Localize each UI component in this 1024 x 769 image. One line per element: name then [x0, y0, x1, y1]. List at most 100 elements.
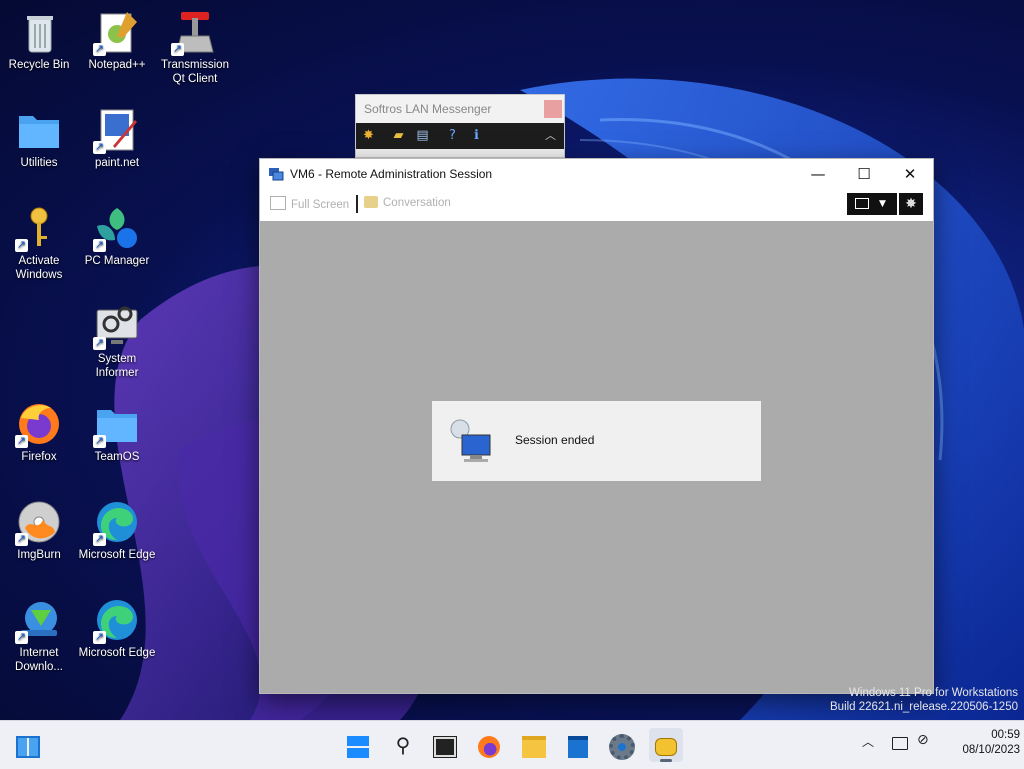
conversation-label: Conversation [383, 197, 451, 209]
remote-screen-area[interactable]: Session ended [260, 221, 933, 693]
taskbar-firefox[interactable] [472, 728, 506, 762]
firefox-icon: ↗ [15, 400, 63, 448]
desktop-icon-edge-2[interactable]: ↗ Microsoft Edge [78, 596, 156, 660]
gear-icon [609, 733, 635, 760]
taskbar-file-explorer[interactable] [517, 728, 551, 762]
windows-edition-watermark: Windows 11 Pro for Workstations [849, 687, 1018, 699]
task-view-icon [433, 735, 457, 758]
remote-session-app-icon [269, 168, 284, 181]
disconnected-computer-icon [450, 419, 491, 462]
conversation-button[interactable]: Conversation [364, 196, 451, 209]
folder-icon [522, 735, 546, 758]
desktop-icon-label: System Informer [95, 353, 139, 379]
desktop-icon-label: Internet Downlo... [15, 647, 63, 673]
minimize-button[interactable]: — [795, 159, 841, 189]
full-screen-button[interactable]: Full Screen [270, 196, 349, 211]
full-screen-icon [270, 196, 286, 210]
pc-manager-icon: ↗ [93, 204, 141, 252]
session-toolbar: Full Screen Conversation ▼ ✸ [260, 189, 933, 220]
windows-logo-icon [347, 735, 369, 758]
desktop-icon-label: PC Manager [84, 255, 150, 267]
key-icon: ↗ [15, 204, 63, 252]
messenger-toolbar: ✸ ▰ ▤ ? ℹ ︿ [356, 123, 564, 149]
session-settings-button[interactable]: ✸ [899, 193, 923, 215]
desktop-icon-firefox[interactable]: ↗ Firefox [0, 400, 78, 464]
desktop-icon-transmission[interactable]: ↗ Transmission Qt Client [156, 8, 234, 86]
tray-overflow-chevron-icon[interactable]: ︿ [862, 733, 874, 750]
desktop-icon-label: Transmission Qt Client [161, 59, 229, 85]
taskbar-settings[interactable] [605, 728, 639, 762]
remote-session-window[interactable]: VM6 - Remote Administration Session — ☐ … [259, 158, 934, 694]
firefox-icon [478, 735, 500, 758]
clock[interactable]: 00:59 08/10/2023 [940, 728, 1020, 758]
shortcut-arrow-icon: ↗ [93, 631, 106, 644]
desktop-icon-label: Firefox [21, 451, 57, 463]
desktop-icon-teamos[interactable]: ↗ TeamOS [78, 400, 156, 464]
messenger-title: Softros LAN Messenger [364, 102, 492, 116]
taskbar-softros-messenger[interactable] [649, 728, 683, 762]
transmission-icon: ↗ [171, 8, 219, 56]
edge-icon: ↗ [93, 596, 141, 644]
network-icon[interactable] [892, 737, 908, 750]
info-icon[interactable]: ℹ [468, 127, 485, 144]
window-title: VM6 - Remote Administration Session [290, 167, 493, 181]
imgburn-icon: ↗ [15, 498, 63, 546]
toolbar-separator [356, 195, 358, 213]
help-icon[interactable]: ? [444, 127, 461, 144]
system-informer-icon: ↗ [93, 302, 141, 350]
shortcut-arrow-icon: ↗ [93, 533, 106, 546]
desktop-icon-edge-1[interactable]: ↗ Microsoft Edge [78, 498, 156, 562]
collapse-chevron-icon[interactable]: ︿ [542, 127, 559, 144]
desktop-icon-imgburn[interactable]: ↗ ImgBurn [0, 498, 78, 562]
desktop-icon-label: Activate Windows [15, 255, 63, 281]
taskbar: ⚲ ︿ ⊘ 00:59 08/10/2023 [0, 720, 1024, 769]
volume-muted-icon[interactable]: ⊘ [917, 732, 929, 748]
search-icon: ⚲ [395, 733, 411, 757]
desktop-icon-label: paint.net [94, 157, 140, 169]
shortcut-arrow-icon: ↗ [93, 239, 106, 252]
search-button[interactable]: ⚲ [386, 728, 420, 762]
notepadpp-icon: ↗ [93, 8, 141, 56]
maximize-button[interactable]: ☐ [841, 159, 887, 189]
softros-messenger-window[interactable]: Softros LAN Messenger ✸ ▰ ▤ ? ℹ ︿ [355, 94, 565, 158]
desktop-icon-recycle-bin[interactable]: Recycle Bin [0, 8, 78, 72]
desktop-icon-utilities[interactable]: Utilities [0, 106, 78, 170]
chevron-down-icon: ▼ [879, 199, 886, 209]
desktop-icon-activate-windows[interactable]: ↗ Activate Windows [0, 204, 78, 282]
edge-icon: ↗ [93, 498, 141, 546]
clock-date: 08/10/2023 [962, 744, 1020, 756]
desktop-icon-label: TeamOS [94, 451, 140, 463]
shortcut-arrow-icon: ↗ [15, 533, 28, 546]
shortcut-arrow-icon: ↗ [93, 141, 106, 154]
folder-icon: ↗ [93, 400, 141, 448]
shortcut-arrow-icon: ↗ [93, 435, 106, 448]
taskbar-microsoft-store[interactable] [561, 728, 595, 762]
messenger-close-button[interactable] [544, 100, 562, 118]
window-titlebar[interactable]: VM6 - Remote Administration Session — ☐ … [260, 159, 933, 189]
gear-icon: ✸ [905, 196, 917, 212]
desktop-icon-internet-download[interactable]: ↗ Internet Downlo... [0, 596, 78, 674]
shortcut-arrow-icon: ↗ [171, 43, 184, 56]
widgets-button[interactable] [11, 728, 45, 762]
shortcut-arrow-icon: ↗ [93, 337, 106, 350]
session-status-dialog: Session ended [432, 401, 761, 481]
widgets-icon [16, 735, 40, 758]
conversation-icon [364, 196, 378, 208]
open-folder-icon[interactable]: ▰ [390, 127, 407, 144]
settings-gear-icon[interactable]: ✸ [360, 127, 377, 144]
desktop-icon-system-informer[interactable]: ↗ System Informer [78, 302, 156, 380]
view-mode-dropdown[interactable]: ▼ [847, 193, 897, 215]
history-icon[interactable]: ▤ [414, 127, 431, 144]
shortcut-arrow-icon: ↗ [15, 239, 28, 252]
start-button[interactable] [341, 728, 375, 762]
desktop-icon-pc-manager[interactable]: ↗ PC Manager [78, 204, 156, 268]
desktop-icon-notepadpp[interactable]: ↗ Notepad++ [78, 8, 156, 72]
chat-bubble-icon [655, 737, 677, 756]
close-button[interactable]: ✕ [887, 159, 933, 189]
desktop-icon-paintnet[interactable]: ↗ paint.net [78, 106, 156, 170]
task-view-button[interactable] [428, 728, 462, 762]
desktop-icon-label: Microsoft Edge [78, 647, 156, 659]
store-icon [568, 735, 588, 758]
recycle-bin-icon [15, 8, 63, 56]
session-status-message: Session ended [515, 433, 595, 447]
